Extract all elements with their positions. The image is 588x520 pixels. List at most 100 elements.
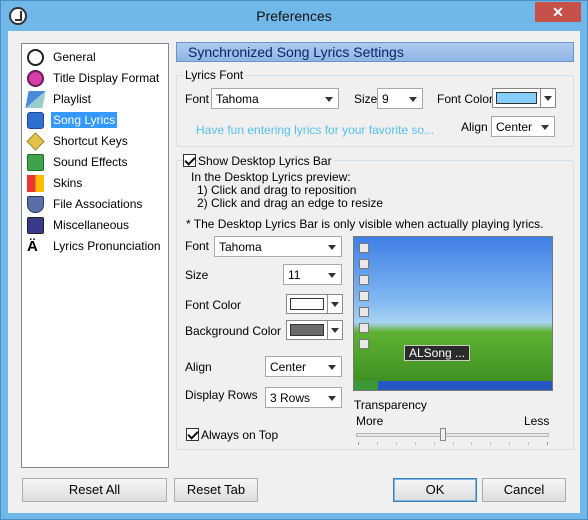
section-title: Synchronized Song Lyrics Settings (188, 44, 404, 60)
desktop-shortcut-icon (359, 339, 369, 349)
desktop-lyrics-bar-preview[interactable]: ALSong ... (404, 345, 470, 361)
sidebar-item-label: Playlist (53, 92, 92, 106)
lyrics-font-value: Tahoma (216, 92, 259, 106)
chevron-down-icon (324, 265, 341, 284)
dialog-client: General Title Display Format Playlist Song … (8, 31, 580, 513)
lyrics-size-value: 9 (382, 92, 389, 106)
transparency-more-label: More (356, 414, 384, 428)
lyrics-size-select[interactable]: 9 (377, 88, 423, 109)
bar-background-color-picker[interactable] (286, 320, 343, 340)
bar-background-color-swatch (290, 324, 324, 336)
lyrics-align-select[interactable]: Center (491, 116, 555, 137)
preview-start-button (354, 381, 378, 390)
desktop-lyrics-preview[interactable]: ALSong ... (353, 236, 553, 391)
desktop-shortcut-icon (359, 307, 369, 317)
slider-tick (509, 442, 511, 445)
file-associations-icon (27, 195, 44, 213)
chevron-down-icon (540, 89, 555, 107)
bar-align-select[interactable]: Center (265, 356, 342, 377)
bar-background-color-label: Background Color (185, 324, 282, 338)
sidebar-item-skins[interactable]: Skins (27, 173, 167, 193)
transparency-slider-thumb[interactable] (439, 428, 446, 441)
sidebar-item-playlist[interactable]: Playlist (25, 89, 167, 109)
desktop-shortcut-icon (359, 323, 369, 333)
lyrics-align-label: Align (461, 120, 488, 134)
slider-tick (376, 442, 378, 445)
bar-font-select[interactable]: Tahoma (214, 236, 342, 257)
close-button[interactable]: ✕ (535, 2, 581, 22)
sound-effects-icon (27, 153, 44, 171)
reset-tab-button[interactable]: Reset Tab (174, 478, 258, 502)
lyrics-size-label: Size (354, 92, 378, 106)
sidebar-item-shortcut-keys[interactable]: Shortcut Keys (26, 131, 167, 151)
always-on-top-checkbox[interactable] (186, 428, 199, 441)
chevron-down-icon (405, 89, 422, 108)
lyrics-font-select[interactable]: Tahoma (211, 88, 339, 109)
transparency-slider-track[interactable] (356, 433, 549, 437)
sidebar-item-label: File Associations (53, 197, 143, 211)
miscellaneous-icon (27, 216, 44, 234)
slider-tick (414, 442, 416, 445)
bar-align-label: Align (185, 360, 212, 374)
slider-tick (452, 442, 454, 445)
playlist-icon (25, 90, 46, 108)
lyrics-align-value: Center (496, 120, 533, 134)
sidebar-item-song-lyrics[interactable]: Song Lyrics (27, 110, 167, 130)
sidebar-item-label: Lyrics Pronunciation (53, 239, 161, 253)
window-title: Preferences (256, 8, 332, 24)
show-desktop-lyrics-checkbox[interactable] (183, 154, 196, 167)
sidebar-item-sound-effects[interactable]: Sound Effects (27, 152, 167, 172)
always-on-top-label[interactable]: Always on Top (201, 428, 278, 442)
instructions-line: 1) Click and drag to reposition (197, 183, 357, 197)
transparency-label: Transparency (354, 398, 427, 412)
bar-display-rows-label: Display Rows (185, 388, 258, 402)
lyrics-font-color-swatch (496, 92, 537, 104)
bar-size-label: Size (185, 268, 209, 282)
sidebar-item-title-format[interactable]: Title Display Format (27, 68, 167, 88)
sidebar-item-lyrics-pronunciation[interactable]: Ä Lyrics Pronunciation (27, 236, 167, 256)
desktop-shortcut-icon (359, 275, 369, 285)
sidebar-item-general[interactable]: General (27, 47, 167, 67)
sidebar-item-miscellaneous[interactable]: Miscellaneous (27, 215, 167, 235)
sidebar-item-label: Sound Effects (53, 155, 128, 169)
bar-display-rows-select[interactable]: 3 Rows (265, 387, 342, 408)
chevron-down-icon (321, 89, 338, 108)
slider-tick (433, 442, 435, 445)
lyrics-font-color-picker[interactable] (492, 88, 556, 108)
skins-icon (27, 174, 44, 192)
slider-tick (528, 442, 530, 445)
instructions-line: In the Desktop Lyrics preview: (191, 170, 351, 184)
lyrics-font-group-label: Lyrics Font (183, 68, 246, 82)
show-desktop-lyrics-label[interactable]: Show Desktop Lyrics Bar (198, 154, 334, 168)
chevron-down-icon (327, 321, 342, 339)
lyrics-pronunciation-icon: Ä (27, 237, 38, 255)
chevron-down-icon (324, 357, 341, 376)
ok-button[interactable]: OK (393, 478, 477, 502)
chevron-down-icon (324, 237, 341, 256)
bar-font-color-picker[interactable] (286, 294, 343, 314)
sidebar-item-file-associations[interactable]: File Associations (27, 194, 167, 214)
song-lyrics-icon (27, 111, 44, 129)
bar-font-color-swatch (290, 298, 324, 310)
bar-size-value: 11 (288, 268, 301, 282)
general-icon (27, 48, 44, 66)
lyrics-font-label: Font (185, 92, 210, 106)
sidebar-item-label: Skins (53, 176, 83, 190)
shortcut-keys-icon (26, 131, 45, 151)
section-header: Synchronized Song Lyrics Settings (176, 42, 574, 62)
cancel-button[interactable]: Cancel (482, 478, 566, 502)
slider-tick (490, 442, 492, 445)
title-format-icon (27, 69, 44, 87)
sidebar-item-label: Miscellaneous (53, 218, 130, 232)
bar-size-select[interactable]: 11 (283, 264, 342, 285)
sidebar-item-label: Shortcut Keys (53, 134, 128, 148)
preferences-window: Preferences ✕ General Title Display Forma… (0, 0, 588, 520)
sidebar-item-label: Title Display Format (53, 71, 160, 85)
title-bar[interactable]: Preferences ✕ (1, 1, 587, 31)
bar-font-color-label: Font Color (185, 298, 242, 312)
sidebar-item-label: General (53, 50, 96, 64)
preview-taskbar (354, 381, 552, 390)
desktop-shortcut-icon (359, 291, 369, 301)
reset-all-button[interactable]: Reset All (22, 478, 167, 502)
sidebar-item-label: Song Lyrics (51, 112, 118, 128)
